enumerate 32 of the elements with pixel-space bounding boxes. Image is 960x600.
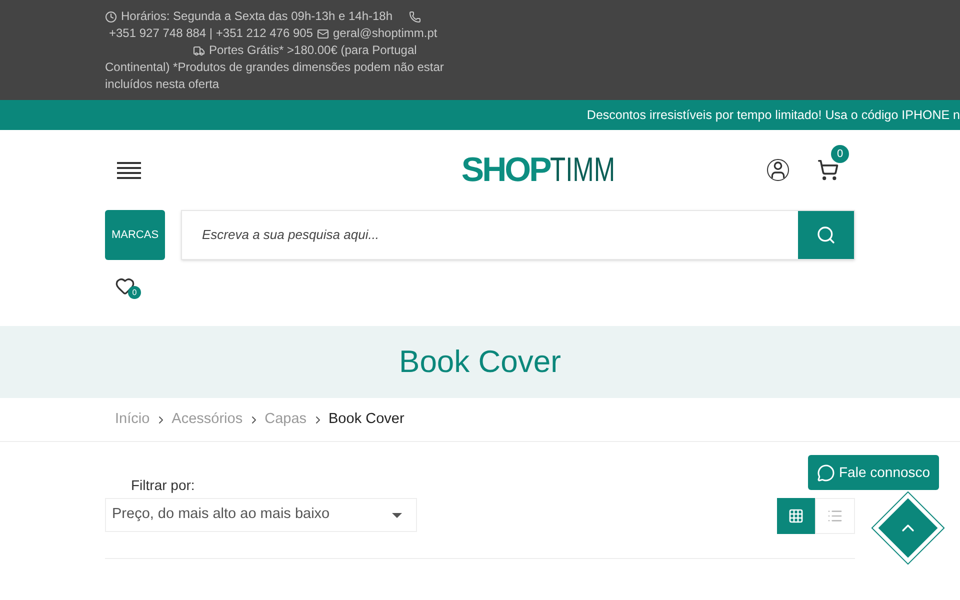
logo[interactable]: SHOPTIMM: [461, 153, 637, 187]
chat-icon: [817, 464, 835, 482]
contact-button[interactable]: Fale connosco: [808, 455, 940, 490]
sort-dropdown[interactable]: Preço, do mais alto ao mais baixo: [105, 498, 417, 532]
clock-icon: [105, 10, 117, 22]
truck-icon: [193, 44, 205, 56]
breadcrumb-link[interactable]: Acessórios: [172, 408, 243, 430]
filter-label: Filtrar por:: [131, 476, 196, 495]
account-icon[interactable]: [767, 159, 789, 181]
page-title: Book Cover: [399, 342, 561, 381]
search-button[interactable]: [798, 211, 854, 259]
breadcrumb-link[interactable]: Book Cover: [328, 408, 404, 430]
wishlist-count: 0: [128, 286, 141, 299]
opening-hours: Horários: Segunda a Sexta das 09h-13h e 14h-18h: [121, 8, 393, 25]
list-icon: [827, 508, 843, 524]
brands-button[interactable]: MARCAS: [105, 210, 165, 260]
cart-icon[interactable]: [817, 159, 839, 181]
wishlist-icon[interactable]: [115, 276, 135, 296]
mail-icon: [316, 28, 329, 40]
shipping-info: Portes Grátis* >180.00€ (para Portugal: [209, 42, 417, 59]
breadcrumb-link[interactable]: Capas: [264, 408, 307, 430]
shipping-note: Continental) *Produtos de grandes dimensões podem não estar incluídos nesta oferta: [105, 59, 445, 93]
phone-icon: [408, 10, 421, 22]
search-icon: [816, 225, 836, 245]
menu-button[interactable]: [117, 162, 141, 178]
cart-count: 0: [831, 145, 849, 163]
grid-icon: [788, 508, 804, 524]
grid-view-button[interactable]: [777, 498, 815, 534]
announcement-text: Descontos irresistíveis por tempo limitado! Usa o código IPHONE n: [586, 106, 960, 124]
email-link[interactable]: geral@shoptimm.pt: [332, 25, 438, 42]
breadcrumb-link[interactable]: Início: [115, 408, 150, 430]
phone-numbers: +351 927 748 884 | +351 212 476 905: [109, 25, 313, 42]
